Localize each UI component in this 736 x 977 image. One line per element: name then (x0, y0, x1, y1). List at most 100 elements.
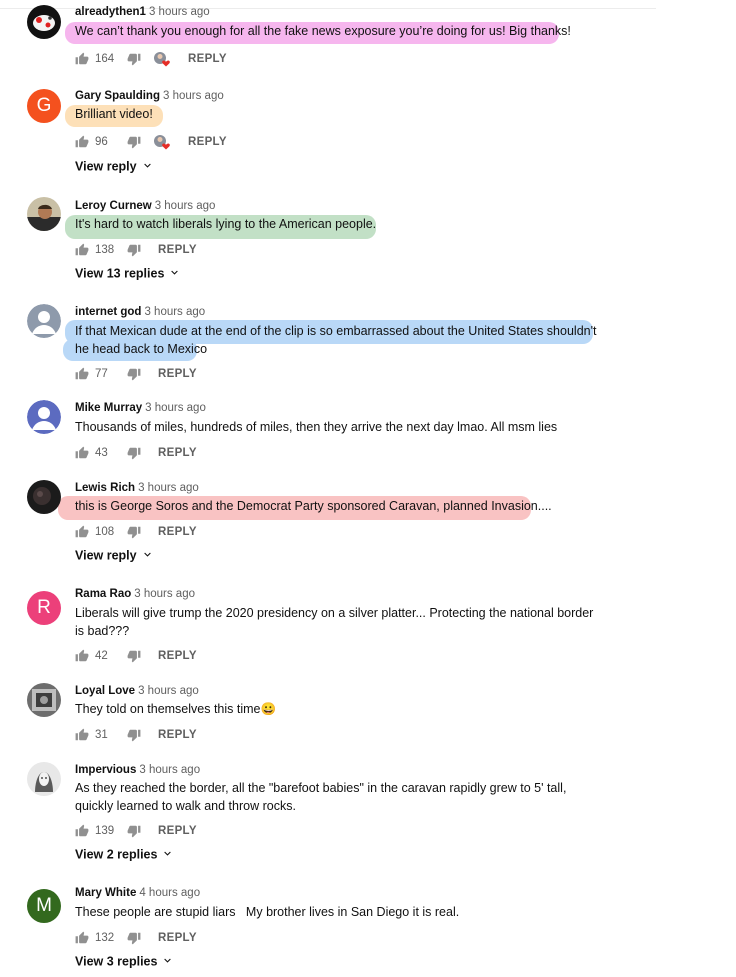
thumbs-up-icon[interactable] (75, 367, 89, 381)
thumbs-down-icon[interactable] (127, 931, 141, 945)
comment-text: These people are stupid liars My brother… (75, 905, 460, 919)
avatar[interactable] (27, 480, 61, 514)
author-name[interactable]: Lewis Rich (75, 482, 135, 494)
thumbs-up-icon[interactable] (75, 243, 89, 257)
comment-actions: 42 REPLY (75, 647, 197, 665)
thumbs-up-icon[interactable] (75, 649, 89, 663)
comment-time[interactable]: 4 hours ago (139, 887, 200, 899)
comment-header: Loyal Love 3 hours ago (75, 684, 199, 698)
reply-button[interactable]: REPLY (188, 136, 227, 148)
creator-heart-icon (153, 51, 171, 67)
thumbs-down-icon[interactable] (127, 446, 141, 460)
comment-actions: 164 REPLY (75, 50, 227, 68)
reply-button[interactable]: REPLY (158, 932, 197, 944)
comment-header: Leroy Curnew 3 hours ago (75, 199, 215, 213)
view-replies-button[interactable]: View 13 replies (75, 266, 181, 282)
comment-time[interactable]: 3 hours ago (144, 306, 205, 318)
reply-button[interactable]: REPLY (158, 729, 197, 741)
reply-button[interactable]: REPLY (158, 650, 197, 662)
avatar[interactable]: G (27, 89, 61, 123)
reply-button[interactable]: REPLY (158, 526, 197, 538)
comment-time[interactable]: 3 hours ago (138, 482, 199, 494)
chevron-down-icon (161, 847, 174, 863)
comment-header: internet god 3 hours ago (75, 305, 205, 319)
creator-heart-icon (153, 134, 171, 150)
thumbs-up-icon[interactable] (75, 824, 89, 838)
like-count: 164 (95, 53, 115, 65)
chevron-down-icon (141, 159, 154, 175)
reply-button[interactable]: REPLY (188, 53, 227, 65)
view-replies-button[interactable]: View 2 replies (75, 847, 174, 863)
comment-time[interactable]: 3 hours ago (149, 6, 210, 18)
thumbs-up-icon[interactable] (75, 135, 89, 149)
thumbs-up-icon[interactable] (75, 52, 89, 66)
thumbs-down-icon[interactable] (127, 525, 141, 539)
like-count: 42 (95, 650, 108, 662)
comment-time[interactable]: 3 hours ago (138, 685, 199, 697)
author-name[interactable]: Leroy Curnew (75, 200, 152, 212)
comment-header: Lewis Rich 3 hours ago (75, 481, 199, 495)
view-replies-label: View 2 replies (75, 847, 158, 862)
thumbs-up-icon[interactable] (75, 446, 89, 460)
comment-time[interactable]: 3 hours ago (139, 764, 200, 776)
comment-time[interactable]: 3 hours ago (134, 588, 195, 600)
like-count: 132 (95, 932, 115, 944)
comment-text: If that Mexican dude at the end of the c… (75, 324, 600, 356)
comment-header: Rama Rao 3 hours ago (75, 587, 195, 601)
avatar[interactable] (27, 304, 61, 338)
chevron-down-icon (141, 548, 154, 564)
comment-text: It's hard to watch liberals lying to the… (75, 217, 377, 231)
author-name[interactable]: Gary Spaulding (75, 90, 160, 102)
comment-text: Brilliant video! (75, 107, 153, 121)
avatar-letter: R (37, 597, 51, 618)
thumbs-up-icon[interactable] (75, 728, 89, 742)
thumbs-down-icon[interactable] (127, 824, 141, 838)
reply-button[interactable]: REPLY (158, 447, 197, 459)
avatar[interactable] (27, 762, 61, 796)
avatar[interactable] (27, 197, 61, 231)
author-name[interactable]: Mary White (75, 887, 136, 899)
comment-actions: 43 REPLY (75, 444, 197, 462)
comment-time[interactable]: 3 hours ago (155, 200, 216, 212)
like-count: 77 (95, 368, 108, 380)
author-name[interactable]: Impervious (75, 764, 136, 776)
author-name[interactable]: internet god (75, 306, 141, 318)
author-name[interactable]: Mike Murray (75, 402, 142, 414)
comment-header: Gary Spaulding 3 hours ago (75, 89, 224, 103)
avatar-letter: G (36, 95, 52, 116)
thumbs-down-icon[interactable] (127, 52, 141, 66)
like-count: 96 (95, 136, 108, 148)
comment-actions: 132 REPLY (75, 929, 197, 947)
comment-time[interactable]: 3 hours ago (145, 402, 206, 414)
view-replies-button[interactable]: View reply (75, 159, 154, 175)
comment-text: Liberals will give trump the 2020 presid… (75, 606, 597, 638)
avatar-letter: M (36, 895, 52, 916)
view-replies-label: View reply (75, 548, 137, 563)
thumbs-down-icon[interactable] (127, 649, 141, 663)
comment-actions: 31 REPLY (75, 726, 197, 744)
thumbs-down-icon[interactable] (127, 135, 141, 149)
avatar[interactable] (27, 400, 61, 434)
thumbs-down-icon[interactable] (127, 367, 141, 381)
avatar[interactable] (27, 5, 61, 39)
thumbs-up-icon[interactable] (75, 525, 89, 539)
reply-button[interactable]: REPLY (158, 244, 197, 256)
thumbs-down-icon[interactable] (127, 728, 141, 742)
author-name[interactable]: Loyal Love (75, 685, 135, 697)
comment-header: Mike Murray 3 hours ago (75, 401, 206, 415)
thumbs-up-icon[interactable] (75, 931, 89, 945)
avatar[interactable] (27, 683, 61, 717)
comment-text: They told on themselves this time😀 (75, 702, 277, 716)
thumbs-down-icon[interactable] (127, 243, 141, 257)
author-name[interactable]: Rama Rao (75, 588, 131, 600)
view-replies-button[interactable]: View reply (75, 548, 154, 564)
view-replies-button[interactable]: View 3 replies (75, 954, 174, 970)
avatar[interactable]: M (27, 889, 61, 923)
view-replies-label: View 3 replies (75, 954, 158, 969)
reply-button[interactable]: REPLY (158, 368, 197, 380)
reply-button[interactable]: REPLY (158, 825, 197, 837)
comment-time[interactable]: 3 hours ago (163, 90, 224, 102)
author-name[interactable]: alreadythen1 (75, 6, 146, 18)
avatar[interactable]: R (27, 591, 61, 625)
comment-header: alreadythen1 3 hours ago (75, 5, 210, 19)
